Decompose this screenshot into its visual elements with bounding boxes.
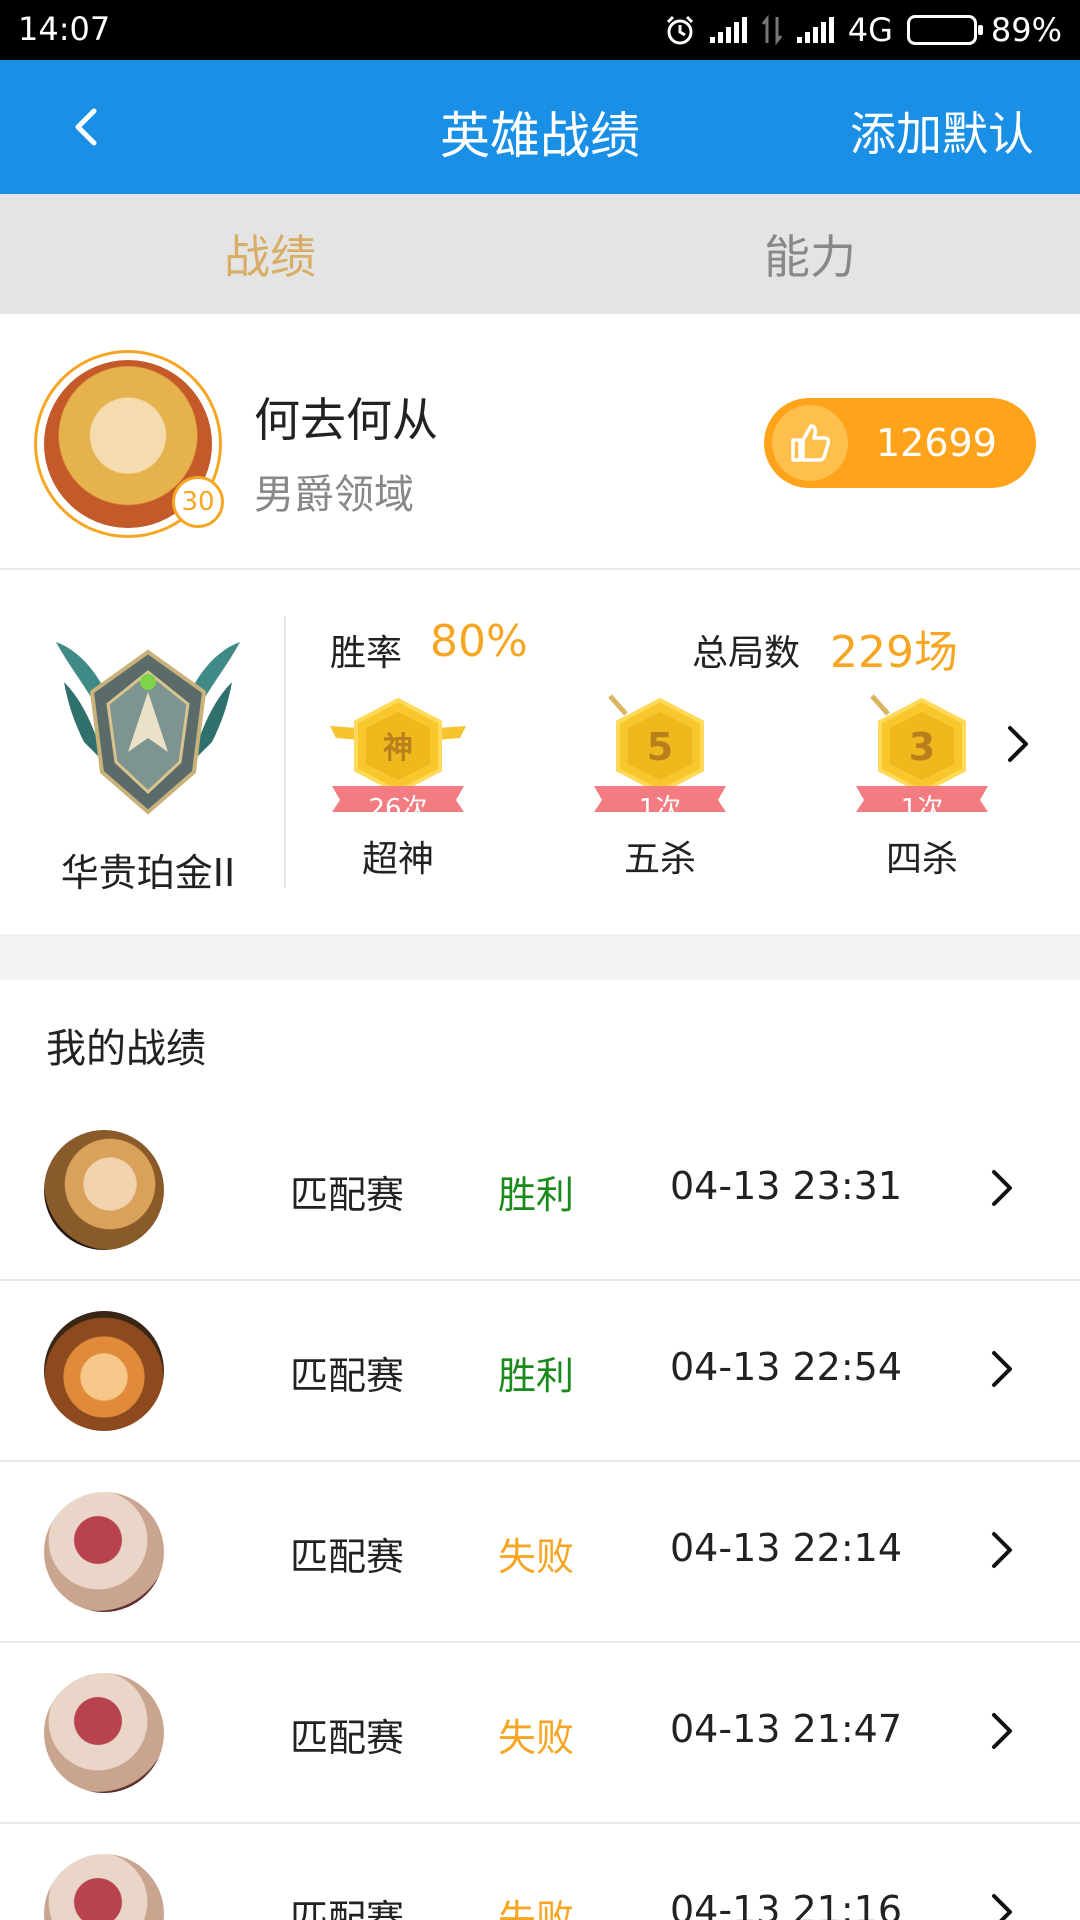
- section-separator: [0, 934, 1080, 980]
- status-time: 14:07: [18, 10, 111, 48]
- data-transfer-icon: [761, 15, 782, 45]
- svg-text:3: 3: [909, 725, 935, 769]
- tab-record[interactable]: 战绩: [0, 194, 540, 314]
- medal-legendary[interactable]: 神 26次 超神: [328, 692, 468, 880]
- medal-name: 四杀: [885, 839, 958, 880]
- match-row[interactable]: 匹配赛 胜利 04-13 23:31: [0, 1100, 1080, 1281]
- hero-avatar: [44, 1673, 164, 1793]
- match-time: 04-13 21:16: [670, 1888, 903, 1920]
- total-games-label: 总局数: [692, 633, 801, 674]
- match-mode: 匹配赛: [290, 1716, 405, 1760]
- match-mode: 匹配赛: [290, 1354, 405, 1398]
- match-time: 04-13 22:14: [670, 1526, 903, 1570]
- status-bar: 14:07 4G 89%: [0, 0, 1080, 60]
- match-row[interactable]: 匹配赛 失败 04-13 21:16: [0, 1824, 1080, 1920]
- medal-penta-kill[interactable]: 5 1次 五杀: [590, 692, 730, 880]
- like-button[interactable]: 12699: [764, 398, 1036, 488]
- medal-count: 26次: [368, 794, 428, 824]
- tab-ability[interactable]: 能力: [540, 194, 1080, 314]
- add-default-button[interactable]: 添加默认: [850, 98, 1034, 164]
- app-header: 英雄战绩 添加默认: [0, 60, 1080, 194]
- player-region: 男爵领域: [254, 472, 414, 518]
- match-result: 胜利: [498, 1173, 575, 1217]
- medal-quadra-kill[interactable]: 3 1次 四杀: [852, 692, 992, 880]
- match-result: 失败: [498, 1535, 575, 1579]
- win-rate-value: 80%: [430, 616, 528, 667]
- match-mode: 匹配赛: [290, 1897, 405, 1920]
- match-list: 匹配赛 胜利 04-13 23:31 匹配赛 胜利 04-13 22:54 匹配…: [0, 1100, 1080, 1920]
- section-title: 我的战绩: [46, 1026, 206, 1072]
- match-row[interactable]: 匹配赛 胜利 04-13 22:54: [0, 1281, 1080, 1462]
- signal-icon: [709, 17, 747, 43]
- chevron-right-icon: [992, 1351, 1012, 1387]
- match-time: 04-13 23:31: [670, 1164, 903, 1208]
- hero-avatar: [44, 1311, 164, 1431]
- like-count: 12699: [876, 421, 997, 465]
- status-icons: 4G 89%: [664, 10, 1062, 50]
- level-badge: 30: [172, 476, 224, 528]
- match-row[interactable]: 匹配赛 失败 04-13 22:14: [0, 1462, 1080, 1643]
- svg-text:神: 神: [383, 731, 413, 766]
- match-result: 失败: [498, 1716, 575, 1760]
- signal-icon-2: [796, 17, 834, 43]
- chevron-right-icon: [992, 1713, 1012, 1749]
- total-games-value: 229场: [830, 627, 958, 678]
- hero-avatar: [44, 1854, 164, 1920]
- win-rate-label: 胜率: [330, 633, 403, 674]
- battery-icon: [906, 15, 983, 45]
- tab-bar: 战绩 能力: [0, 194, 1080, 314]
- network-type: 4G: [847, 11, 893, 49]
- medal-name: 五杀: [623, 839, 696, 880]
- match-mode: 匹配赛: [290, 1173, 405, 1217]
- stats-panel: 华贵珀金II 胜率 80% 总局数 229场 神 26次 超神 5 1次 五杀: [0, 572, 1080, 934]
- rank-emblem-icon: [56, 642, 240, 815]
- rank-section[interactable]: 华贵珀金II: [0, 572, 284, 934]
- divider: [284, 616, 286, 888]
- medal-count: 1次: [638, 794, 682, 824]
- match-time: 04-13 22:54: [670, 1345, 903, 1389]
- chevron-right-icon: [992, 1894, 1012, 1920]
- alarm-icon: [666, 15, 693, 45]
- thumbs-up-icon: [772, 405, 848, 481]
- chevron-right-icon[interactable]: [1002, 722, 1032, 766]
- medal-count: 1次: [900, 794, 944, 824]
- chevron-right-icon: [992, 1532, 1012, 1568]
- battery-percent: 89%: [990, 11, 1062, 49]
- match-row[interactable]: 匹配赛 失败 04-13 21:47: [0, 1643, 1080, 1824]
- player-name: 何去何从: [254, 393, 438, 447]
- match-result: 失败: [498, 1897, 575, 1920]
- hero-avatar: [44, 1130, 164, 1250]
- match-result: 胜利: [498, 1354, 575, 1398]
- match-time: 04-13 21:47: [670, 1707, 903, 1751]
- medal-name: 超神: [361, 839, 434, 880]
- svg-text:5: 5: [647, 725, 673, 769]
- hero-avatar: [44, 1492, 164, 1612]
- profile-card: 30 何去何从 男爵领域 12699: [0, 314, 1080, 570]
- match-mode: 匹配赛: [290, 1535, 405, 1579]
- rank-name: 华贵珀金II: [60, 851, 236, 895]
- chevron-right-icon: [992, 1170, 1012, 1206]
